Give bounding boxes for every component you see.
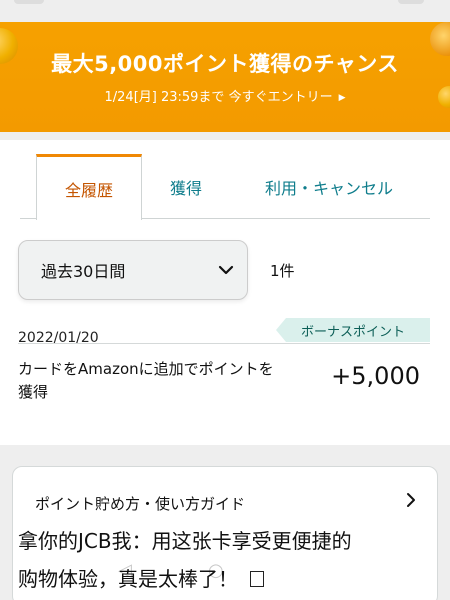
transaction-description: カードをAmazonに追加でポイントを獲得 xyxy=(18,360,274,401)
caret-right-icon: ▶ xyxy=(338,93,346,103)
row-divider xyxy=(18,343,430,344)
tab-earned[interactable]: 獲得 xyxy=(150,154,222,219)
banner-title: 最大5,000ポイント獲得のチャンス xyxy=(51,52,399,76)
banner-subtitle: 1/24[月] 23:59まで 今すぐエントリー xyxy=(104,90,333,105)
result-count: 1件 xyxy=(270,262,295,280)
top-ghost-right xyxy=(398,0,424,4)
period-select[interactable]: 過去30日間 xyxy=(18,240,248,300)
guide-title: ポイント貯め方・使い方ガイド xyxy=(35,495,246,513)
overlay-caption-line2: 购物体验，真是太棒了！ xyxy=(18,567,238,591)
overlay-caption: 拿你的JCB我：用这张卡享受更便捷的 购物体验，真是太棒了！ xyxy=(18,522,450,598)
tab-all-history[interactable]: 全履歴 xyxy=(36,154,142,220)
banner-entry-link[interactable]: 1/24[月] 23:59まで 今すぐエントリー ▶ xyxy=(0,86,450,105)
tab-use-cancel[interactable]: 利用・キャンセル xyxy=(244,154,414,219)
top-ghost-left xyxy=(14,0,44,4)
bonus-points-badge: ボーナスポイント xyxy=(276,318,430,342)
chevron-down-icon xyxy=(218,265,234,275)
promo-banner[interactable]: 最大5,000ポイント獲得のチャンス 1/24[月] 23:59まで 今すぐエン… xyxy=(0,22,450,132)
top-strip xyxy=(0,0,450,22)
square-icon xyxy=(250,571,264,587)
period-select-label: 過去30日間 xyxy=(41,262,126,281)
chevron-right-icon xyxy=(407,493,415,507)
transaction-amount: +5,000 xyxy=(331,362,420,390)
history-tabs: 全履歴 獲得 利用・キャンセル xyxy=(0,154,450,220)
points-history-card: 全履歴 獲得 利用・キャンセル 過去30日間 1件 2022/01/20 ボーナ… xyxy=(0,140,450,445)
overlay-caption-line1: 拿你的JCB我：用这张卡享受更便捷的 xyxy=(18,529,352,553)
overlay-caption-line2-wrap: 购物体验，真是太棒了！ xyxy=(18,560,450,598)
